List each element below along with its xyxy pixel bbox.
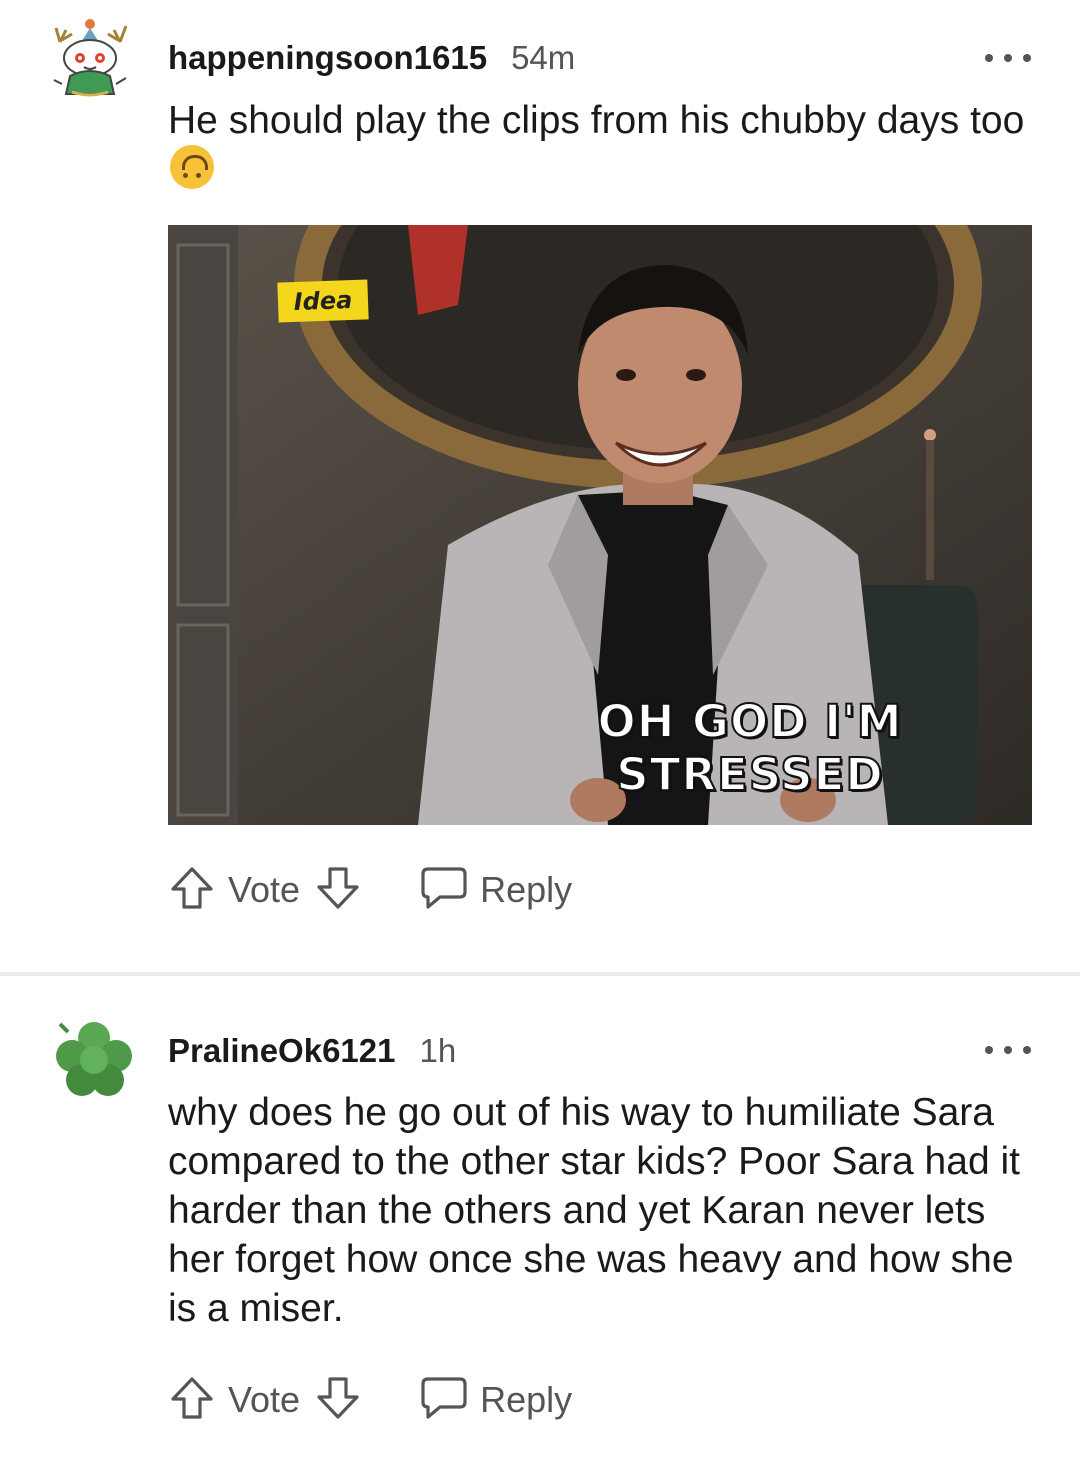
downvote-icon[interactable] bbox=[314, 864, 362, 917]
snoo-avatar-icon[interactable] bbox=[50, 14, 138, 102]
gif-caption: OH GOD I'M STRESSED bbox=[596, 694, 903, 802]
more-options-icon[interactable] bbox=[985, 48, 1031, 68]
logo: Idea bbox=[277, 279, 369, 323]
comment-text: He should play the clips from his chubby… bbox=[168, 99, 1025, 142]
comment: PralineOk6121 1h why does he go out of h… bbox=[0, 976, 1080, 1457]
comment-actions: Vote Reply bbox=[168, 860, 572, 920]
upvote-icon[interactable] bbox=[168, 864, 216, 917]
comment-actions: Vote Reply bbox=[168, 1370, 572, 1430]
reply-icon bbox=[420, 1375, 468, 1426]
reply-label: Reply bbox=[480, 1379, 573, 1420]
username[interactable]: PralineOk6121 bbox=[168, 1032, 396, 1070]
more-options-icon[interactable] bbox=[985, 1040, 1031, 1060]
vote-label: Vote bbox=[228, 869, 301, 910]
comment-text: why does he go out of his way to humilia… bbox=[168, 1091, 1020, 1330]
upvote-icon[interactable] bbox=[168, 1374, 216, 1427]
reply-button[interactable]: Reply bbox=[420, 1375, 572, 1426]
upside-down-face-icon bbox=[170, 145, 214, 189]
comment-body: why does he go out of his way to humilia… bbox=[168, 1088, 1048, 1333]
clover-avatar-icon[interactable] bbox=[50, 1016, 138, 1104]
timestamp: 54m bbox=[511, 39, 576, 76]
vote-group: Vote bbox=[168, 1374, 362, 1427]
vote-group: Vote bbox=[168, 864, 362, 917]
reply-button[interactable]: Reply bbox=[420, 865, 572, 916]
comment-body: He should play the clips from his chubby… bbox=[168, 96, 1048, 195]
reply-icon bbox=[420, 865, 468, 916]
gif-media[interactable]: Idea OH GOD I'M STRESSED bbox=[168, 225, 1032, 825]
comment: happeningsoon1615 54m He should play the… bbox=[0, 0, 1080, 972]
comment-header: happeningsoon1615 54m bbox=[168, 36, 575, 80]
comment-header: PralineOk6121 1h bbox=[168, 1029, 456, 1073]
vote-label: Vote bbox=[228, 1379, 301, 1420]
username[interactable]: happeningsoon1615 bbox=[168, 39, 487, 77]
timestamp: 1h bbox=[419, 1032, 457, 1069]
reply-label: Reply bbox=[480, 869, 573, 910]
downvote-icon[interactable] bbox=[314, 1374, 362, 1427]
